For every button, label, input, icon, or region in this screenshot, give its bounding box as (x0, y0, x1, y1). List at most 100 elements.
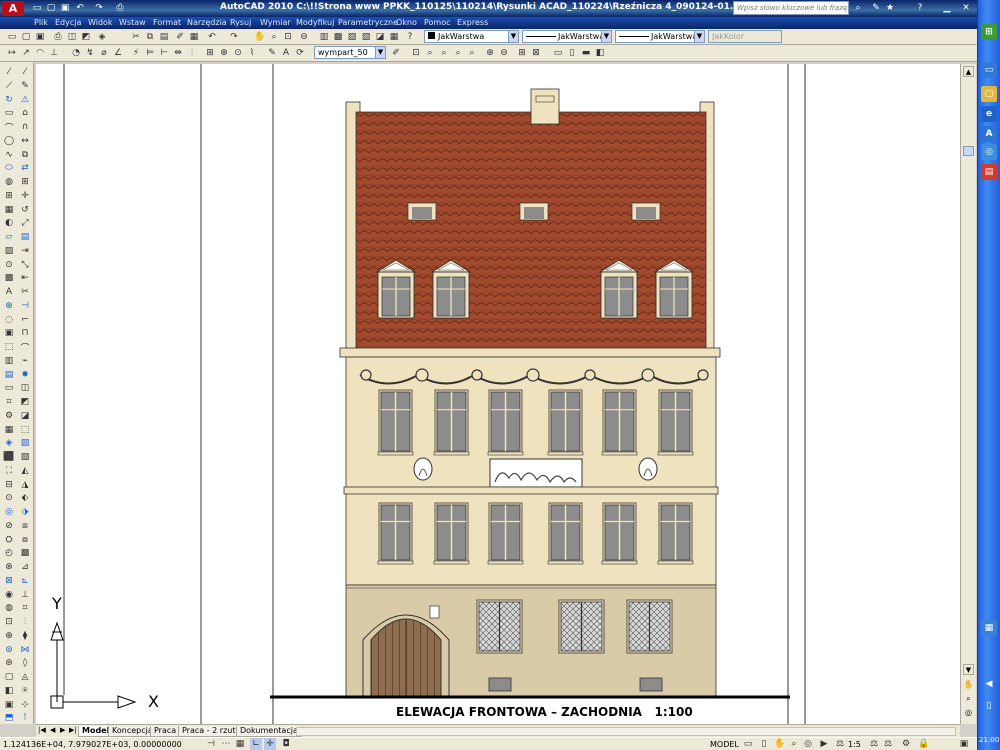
steering-wheel-icon[interactable]: ◎ (963, 708, 974, 719)
draw-tool-44-icon[interactable]: ⊛ (3, 657, 15, 669)
named-views-icon[interactable]: ▭ (552, 47, 564, 59)
dim-angular-icon[interactable]: ∠ (112, 47, 124, 59)
pan-status-icon[interactable]: ✋ (774, 738, 786, 750)
quick-view-layouts-icon[interactable]: ▭ (742, 738, 754, 750)
design-center-icon[interactable]: ▩ (332, 31, 344, 43)
draw-tool-36-icon[interactable]: ◴ (3, 547, 15, 559)
draw-tool-47-icon[interactable]: ▣ (3, 699, 15, 711)
dim-update-icon[interactable]: ⟳ (294, 47, 306, 59)
close-icon[interactable]: ✕ (960, 2, 972, 14)
modify-tool-21-icon[interactable]: ⌒ (19, 341, 31, 354)
tab-praca[interactable]: Praca (150, 726, 181, 737)
pdf-icon[interactable]: ▤ (981, 164, 997, 180)
modify-tool-44-icon[interactable]: ◊ (19, 657, 31, 669)
modify-tool-17-icon[interactable]: ✂ (19, 286, 31, 298)
menu-format[interactable]: Format (153, 18, 181, 27)
tab-nav-last-icon[interactable]: ▶| (69, 726, 77, 734)
draw-tool-35-icon[interactable]: ⛭ (3, 534, 15, 546)
zoom-window-icon[interactable]: ⊡ (282, 31, 294, 43)
minimize-icon[interactable]: ▁ (941, 2, 953, 14)
draw-tool-16-icon[interactable]: ▩ (3, 272, 15, 284)
binoculars-icon[interactable]: ⌕ (852, 2, 864, 14)
pan-icon[interactable]: ✋ (254, 31, 266, 43)
draw-tool-48-icon[interactable]: ⬒ (3, 712, 15, 724)
draw-tool-37-icon[interactable]: ⊗ (3, 561, 15, 573)
menu-plik[interactable]: Plik (34, 18, 48, 27)
save-toolbar-icon[interactable]: ▣ (34, 31, 46, 43)
modify-tool-16-icon[interactable]: ⇤ (19, 272, 31, 284)
cursor-coordinates[interactable]: 1.124136E+04, 7.979027E+03, 0.00000000 (3, 740, 182, 749)
modify-tool-2-icon[interactable]: ✎ (19, 80, 31, 92)
3d-dwf-icon[interactable]: ◈ (96, 31, 108, 43)
modify-tool-47-icon[interactable]: ⊹ (19, 699, 31, 711)
zoom-object-icon[interactable]: ⌕ (466, 47, 478, 59)
annotation-visibility-icon[interactable]: ⚖ (868, 738, 880, 750)
dim-baseline-icon[interactable]: ⊨ (144, 47, 156, 59)
draw-tool-43-icon[interactable]: ⊚ (3, 644, 15, 656)
draw-tool-38-icon[interactable]: ⊠ (3, 575, 15, 587)
help-icon[interactable]: ? (914, 2, 926, 14)
draw-tool-1-icon[interactable]: ⁄ (3, 66, 15, 78)
menu-modyfikuj[interactable]: Modyfikuj (296, 18, 334, 27)
paste-icon[interactable]: ▤ (158, 31, 170, 43)
globe-icon[interactable]: ◎ (981, 144, 997, 160)
views-left-icon[interactable]: ◧ (594, 47, 606, 59)
dimstyle-combo[interactable]: wympart_50 ▼ (314, 46, 386, 59)
network-icon[interactable]: ▯ (981, 698, 997, 714)
draw-tool-28-icon[interactable]: ◈ (3, 437, 15, 449)
zoom-realtime-icon[interactable]: ⌕ (268, 31, 280, 43)
new-file-icon[interactable]: ▭ (31, 2, 43, 14)
modify-tool-48-icon[interactable]: ⊺ (19, 712, 31, 724)
modify-tool-32-icon[interactable]: ⬖ (19, 492, 31, 504)
preview-icon[interactable]: ◫ (66, 31, 78, 43)
modify-tool-11-icon[interactable]: ↺ (19, 204, 31, 216)
menu-narzedzia[interactable]: Narzędzia (187, 18, 227, 27)
menu-edycja[interactable]: Edycja (55, 18, 81, 27)
properties-icon[interactable]: ▥ (318, 31, 330, 43)
draw-tool-21-icon[interactable]: ⬚ (3, 341, 15, 353)
auto-scale-icon[interactable]: ⚖ (882, 738, 894, 750)
modify-tool-1-icon[interactable]: ⁄ (19, 66, 31, 78)
draw-tool-15-icon[interactable]: ⊙ (3, 259, 15, 271)
modify-tool-23-icon[interactable]: ✸ (19, 369, 31, 381)
modify-tool-5-icon[interactable]: ∩ (19, 121, 31, 133)
snap-mode-icon[interactable]: ⋯ (220, 738, 232, 750)
color-combo[interactable]: JakWarstwa ▼ (424, 30, 519, 43)
workspace-switching-icon[interactable]: ⚙ (900, 738, 912, 750)
draw-tool-20-icon[interactable]: ▣ (3, 327, 15, 339)
draw-tool-17-icon[interactable]: A (3, 286, 15, 298)
match-properties-icon[interactable]: ✐ (174, 31, 186, 43)
dim-edit-icon[interactable]: ✎ (266, 47, 278, 59)
dim-continue-icon[interactable]: ⊢ (158, 47, 170, 59)
modify-tool-29-icon[interactable]: ▧ (19, 451, 31, 463)
draw-tool-32-icon[interactable]: ⊙ (3, 492, 15, 504)
draw-tool-39-icon[interactable]: ◉ (3, 589, 15, 601)
open-icon[interactable]: ▢ (20, 31, 32, 43)
draw-tool-26-icon[interactable]: ⚙ (3, 410, 15, 422)
modify-tool-35-icon[interactable]: ⧇ (19, 534, 31, 546)
zoom-all-icon[interactable]: ⊞ (516, 47, 528, 59)
modify-tool-14-icon[interactable]: ⇥ (19, 245, 31, 257)
modify-tool-10-icon[interactable]: ✛ (19, 190, 31, 202)
dim-space-icon[interactable]: ⇹ (172, 47, 184, 59)
modify-tool-45-icon[interactable]: ◬ (19, 671, 31, 683)
modify-tool-8-icon[interactable]: ⇄ (19, 162, 31, 174)
draw-tool-13-icon[interactable]: ▱ (3, 231, 15, 243)
draw-tool-25-icon[interactable]: ⌗ (3, 396, 15, 408)
modify-tool-33-icon[interactable]: ⬗ (19, 506, 31, 518)
tools-icon[interactable]: ✎ (870, 2, 882, 14)
desktop-icon[interactable]: ▭ (981, 62, 997, 78)
annotation-scale-value[interactable]: 1:5 (848, 740, 861, 749)
zoom-window-2-icon[interactable]: ⊡ (410, 47, 422, 59)
scroll-up-icon[interactable]: ▲ (963, 66, 974, 77)
polar-tracking-icon[interactable]: ✛ (264, 738, 276, 750)
sheet-set-icon[interactable]: ▧ (360, 31, 372, 43)
open-file-icon[interactable]: ▢ (45, 2, 57, 14)
dim-ordinate-icon[interactable]: ⊥ (48, 47, 60, 59)
dim-jogged-icon[interactable]: ↯ (84, 47, 96, 59)
modify-tool-22-icon[interactable]: ⌁ (19, 355, 31, 367)
dimstyle-icon[interactable]: ✐ (390, 47, 402, 59)
zoom-dynamic-icon[interactable]: ⌕ (424, 47, 436, 59)
dim-diameter-icon[interactable]: ⌀ (98, 47, 110, 59)
draw-tool-42-icon[interactable]: ⊕ (3, 630, 15, 642)
